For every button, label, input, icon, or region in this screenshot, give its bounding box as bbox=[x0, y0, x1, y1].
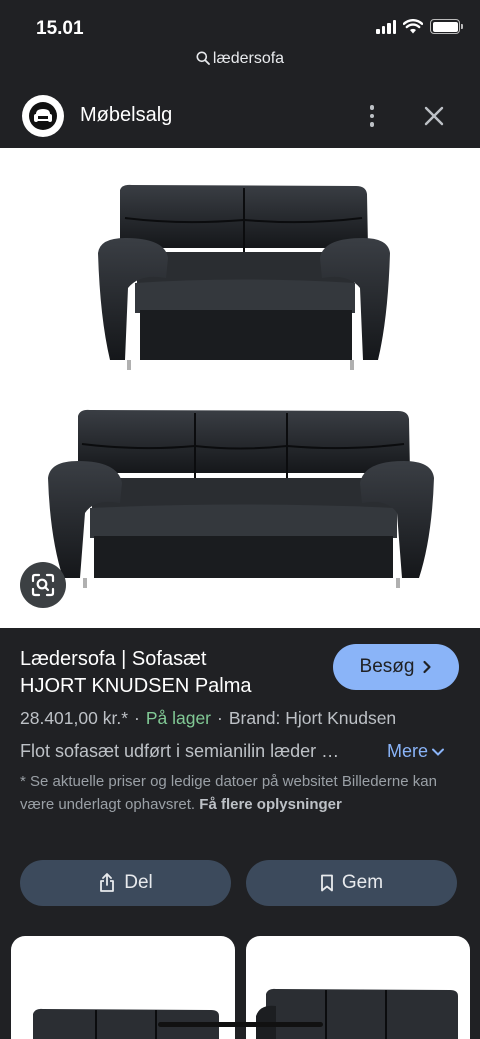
lens-search-icon[interactable] bbox=[20, 562, 66, 608]
armchair-logo-icon[interactable] bbox=[22, 95, 64, 137]
sofa-image bbox=[48, 184, 434, 588]
search-icon bbox=[196, 51, 210, 65]
chevron-right-icon bbox=[423, 660, 432, 674]
three-seater-sofa bbox=[48, 409, 434, 588]
status-bar: 15.01 bbox=[0, 0, 480, 48]
share-button-label: Del bbox=[124, 872, 153, 893]
product-image[interactable] bbox=[0, 148, 480, 628]
wifi-icon bbox=[403, 19, 423, 34]
more-button-label: Mere bbox=[387, 741, 429, 761]
bookmark-icon bbox=[321, 874, 333, 892]
more-options-icon[interactable] bbox=[356, 100, 388, 132]
search-query-bar[interactable]: lædersofa bbox=[0, 50, 480, 68]
site-header: Møbelsalg bbox=[0, 84, 480, 148]
chevron-down-icon bbox=[432, 748, 445, 756]
product-description: Flot sofasæt udført i semianilin læder … bbox=[20, 741, 340, 761]
status-time: 15.01 bbox=[36, 18, 84, 39]
close-icon[interactable] bbox=[418, 100, 450, 132]
share-icon bbox=[100, 873, 115, 892]
two-seater-sofa bbox=[98, 184, 390, 370]
product-price: 28.401,00 kr.* bbox=[20, 708, 128, 728]
save-button-label: Gem bbox=[341, 872, 384, 893]
save-button[interactable]: Gem bbox=[246, 860, 457, 906]
visit-button[interactable]: Besøg bbox=[333, 644, 459, 690]
more-button[interactable]: Mere bbox=[387, 741, 445, 762]
home-indicator[interactable] bbox=[158, 1022, 323, 1027]
search-query-text: lædersofa bbox=[212, 50, 285, 67]
status-icons bbox=[376, 19, 463, 34]
cellular-signal-icon bbox=[376, 19, 396, 34]
share-button[interactable]: Del bbox=[20, 860, 231, 906]
product-title[interactable]: Lædersofa | Sofasæt HJORT KNUDSEN Palma bbox=[20, 646, 320, 700]
site-name[interactable]: Møbelsalg bbox=[80, 104, 172, 127]
stock-status: På lager bbox=[145, 708, 212, 728]
product-title-line2: HJORT KNUDSEN Palma bbox=[20, 675, 252, 697]
product-meta: 28.401,00 kr.* · På lager · Brand: Hjort Knu… bbox=[20, 708, 397, 728]
copyright-disclaimer: * Se aktuelle priser og ledige datoer på… bbox=[20, 770, 440, 816]
product-brand: Brand: Hjort Knudsen bbox=[228, 708, 397, 728]
more-info-link[interactable]: Få flere oplysninger bbox=[199, 796, 342, 813]
battery-icon bbox=[430, 19, 463, 34]
visit-button-label: Besøg bbox=[359, 656, 415, 677]
product-title-line1: Lædersofa | Sofasæt bbox=[20, 648, 207, 670]
